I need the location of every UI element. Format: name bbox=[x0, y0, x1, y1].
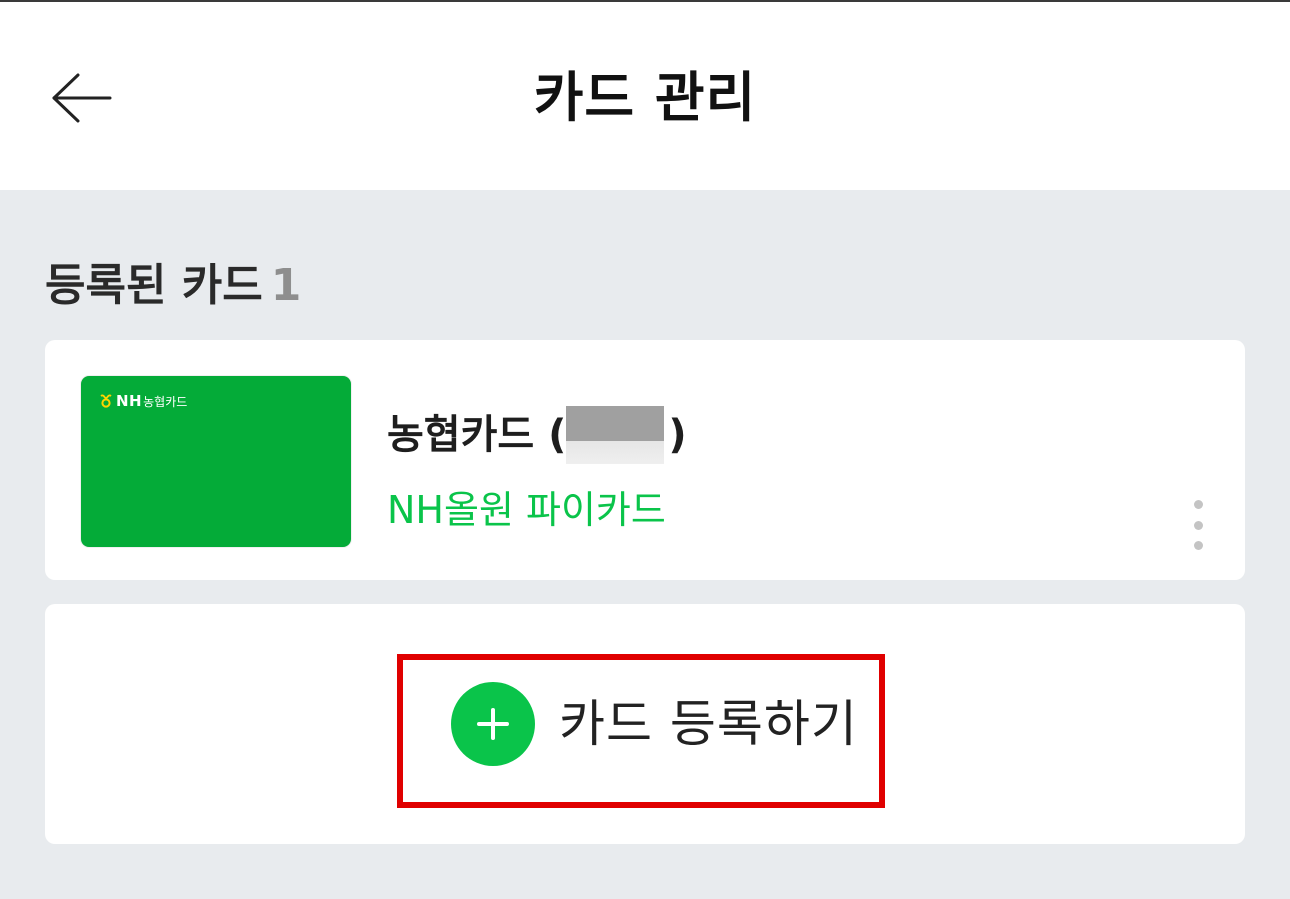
card-logo: NH 농협카드 bbox=[99, 392, 187, 410]
plus-icon bbox=[451, 682, 535, 766]
card-product-name: NH올원 파이카드 bbox=[387, 488, 666, 532]
card-more-button[interactable] bbox=[1183, 500, 1213, 550]
card-issuer-name: 농협카드 () bbox=[387, 406, 687, 464]
card-issuer-close: ) bbox=[668, 412, 687, 458]
card-logo-subtext: 농협카드 bbox=[143, 394, 188, 409]
nh-logo-icon bbox=[100, 394, 112, 408]
registered-cards-label: 등록된 카드 bbox=[45, 260, 263, 311]
masked-card-number bbox=[566, 406, 665, 464]
card-logo-text: NH bbox=[116, 392, 143, 410]
page-title: 카드 관리 bbox=[533, 66, 757, 129]
registered-cards-count: 1 bbox=[270, 260, 302, 311]
card-issuer-label: 농협카드 ( bbox=[387, 412, 567, 458]
register-card-label: 카드 등록하기 bbox=[559, 695, 858, 753]
registered-cards-heading: 등록된 카드 1 bbox=[45, 255, 301, 317]
register-card-panel: 카드 등록하기 bbox=[45, 604, 1245, 844]
card-image: NH 농협카드 bbox=[81, 376, 351, 547]
app-header: 카드 관리 bbox=[0, 2, 1290, 190]
more-vertical-icon bbox=[1193, 541, 1203, 550]
more-vertical-icon bbox=[1193, 520, 1203, 530]
register-card-button[interactable]: 카드 등록하기 bbox=[451, 682, 858, 766]
more-vertical-icon bbox=[1193, 500, 1203, 509]
card-list-item[interactable]: NH 농협카드 농협카드 () NH올원 파이카드 bbox=[45, 340, 1245, 580]
plus-glyph-icon bbox=[477, 708, 509, 740]
